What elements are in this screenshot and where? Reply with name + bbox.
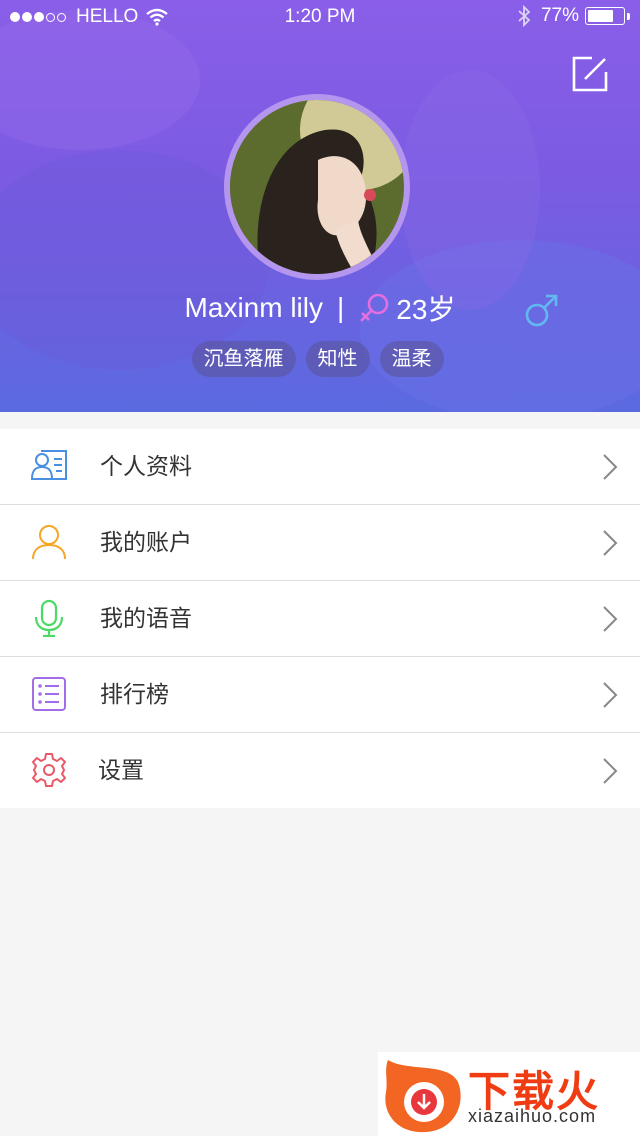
menu-label-profile: 个人资料: [100, 453, 192, 479]
watermark: 下载火 xiazaihuo.com: [378, 1052, 640, 1136]
age-label: 23岁: [396, 294, 456, 325]
profile-header: HELLO 1:20 PM 77% Maxinm lily | 23岁 沉鱼落雁…: [0, 0, 640, 412]
tag-chip: 知性: [305, 341, 370, 377]
chevron-right-icon: [603, 530, 618, 556]
menu-item-voice[interactable]: 我的语音: [0, 581, 640, 657]
battery-percent: 77%: [540, 5, 579, 26]
name-divider: |: [337, 292, 345, 323]
chevron-right-icon: [603, 606, 618, 632]
settings-menu: 个人资料 我的账户 我的语音 排行榜 设置: [0, 429, 640, 808]
user-icon: [32, 525, 66, 560]
flame-logo-icon: [385, 1060, 461, 1133]
edit-icon[interactable]: [572, 56, 608, 92]
tag-chip: 温柔: [379, 341, 444, 377]
menu-label-settings: 设置: [98, 757, 144, 783]
ranking-list-icon: [32, 677, 66, 711]
battery-level-fill: [588, 10, 614, 22]
microphone-icon: [34, 599, 64, 637]
battery-icon: [585, 7, 625, 25]
menu-item-ranking[interactable]: 排行榜: [0, 657, 640, 733]
tag-chip: 沉鱼落雁: [191, 341, 296, 377]
chevron-right-icon: [603, 454, 618, 480]
profile-card-icon: [30, 450, 67, 480]
chevron-right-icon: [603, 682, 618, 708]
avatar-portrait: [230, 100, 404, 274]
menu-item-profile[interactable]: 个人资料: [0, 429, 640, 505]
bluetooth-icon: [518, 5, 531, 27]
profile-tags: 沉鱼落雁 知性 温柔: [0, 341, 640, 377]
settings-gear-icon: [32, 753, 66, 787]
menu-label-ranking: 排行榜: [100, 681, 169, 707]
battery-cap: [627, 12, 630, 20]
menu-label-voice: 我的语音: [100, 605, 192, 631]
avatar[interactable]: [224, 94, 410, 280]
avatar-photo: [230, 100, 404, 274]
status-bar: HELLO 1:20 PM 77%: [0, 0, 640, 32]
chevron-right-icon: [603, 758, 618, 784]
female-icon: [360, 293, 389, 322]
menu-item-account[interactable]: 我的账户: [0, 505, 640, 581]
male-icon: [525, 294, 558, 327]
watermark-url: xiazaihuo.com: [468, 1106, 597, 1126]
menu-item-settings[interactable]: 设置: [0, 733, 640, 808]
menu-label-account: 我的账户: [100, 529, 192, 555]
username: Maxinm lily: [184, 292, 324, 323]
